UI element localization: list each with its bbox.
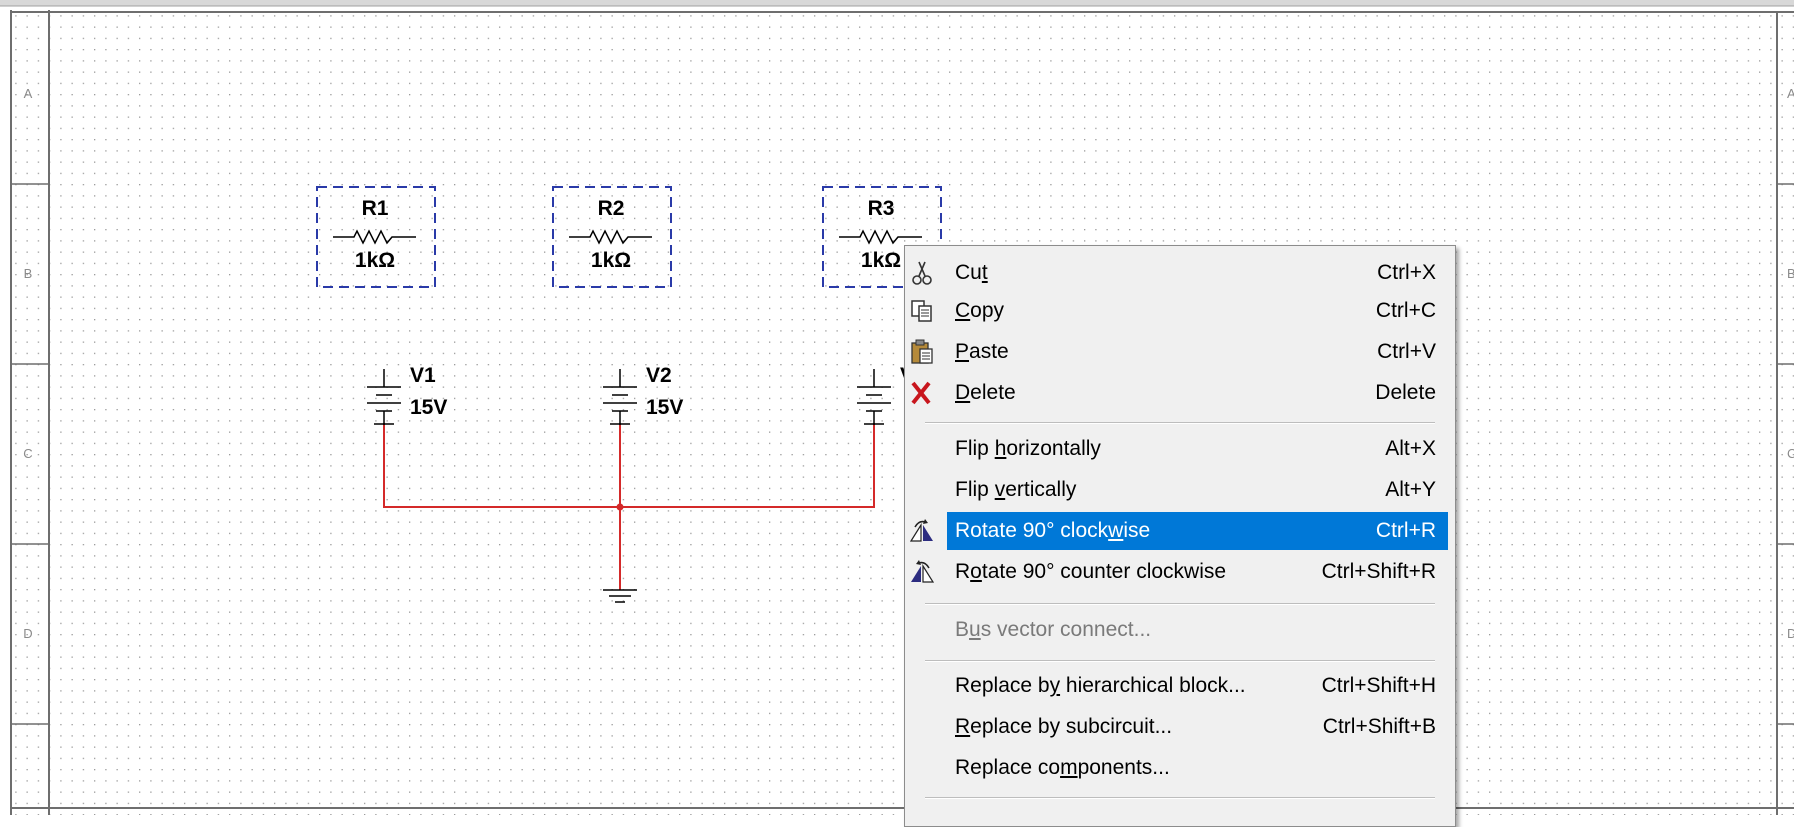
row-label-d-right: D — [1787, 626, 1794, 641]
menu-item-label: Paste — [955, 340, 1009, 363]
menu-item-replace-hierarchical-block[interactable]: Replace by hierarchical block... Ctrl+Sh… — [947, 667, 1448, 705]
menu-item-label: Replace by subcircuit... — [955, 715, 1173, 738]
menu-item-label: Rotate 90° clockwise — [955, 519, 1151, 542]
menu-item-label: Flip horizontally — [955, 437, 1101, 460]
paste-icon — [907, 338, 937, 366]
row-label-a: A — [24, 86, 33, 101]
menu-item-label: Rotate 90° counter clockwise — [955, 560, 1227, 583]
menu-separator — [925, 603, 1435, 605]
context-menu: Cut Ctrl+X Copy Ctrl+C Paste Ctrl+V Dele… — [904, 245, 1456, 827]
menu-separator — [925, 660, 1435, 662]
menu-item-copy[interactable]: Copy Ctrl+C — [911, 292, 1448, 330]
menu-item-shortcut: Ctrl+C — [1375, 299, 1436, 322]
menu-item-label: Bus vector connect... — [955, 618, 1152, 641]
menu-item-replace-components[interactable]: Replace components... — [947, 749, 1448, 787]
row-label-b: B — [24, 266, 33, 281]
resistor-ref: R1 — [362, 197, 389, 220]
menu-item-label: Replace by hierarchical block... — [955, 674, 1246, 697]
menu-item-replace-subcircuit[interactable]: Replace by subcircuit... Ctrl+Shift+B — [947, 708, 1448, 746]
menu-item-shortcut: Ctrl+Shift+B — [1322, 715, 1436, 738]
menu-item-label: Flip vertically — [955, 478, 1077, 501]
resistor-value: 1kΩ — [355, 249, 395, 272]
menu-item-shortcut: Alt+X — [1385, 437, 1436, 460]
menu-item-flip-vertically[interactable]: Flip vertically Alt+Y — [947, 471, 1448, 509]
resistor-value: 1kΩ — [861, 249, 901, 272]
scissors-icon — [907, 259, 937, 287]
delete-x-icon — [907, 379, 937, 407]
row-label-d: D — [23, 626, 32, 641]
resistor-ref: R2 — [598, 197, 625, 220]
menu-item-shortcut: Ctrl+V — [1377, 340, 1436, 363]
menu-item-rotate-clockwise[interactable]: Rotate 90° clockwise Ctrl+R — [909, 512, 1448, 550]
resistor-value: 1kΩ — [591, 249, 631, 272]
menu-item-paste[interactable]: Paste Ctrl+V — [911, 333, 1448, 371]
row-label-c: C — [23, 446, 32, 461]
menu-separator — [925, 797, 1435, 799]
rotate-counterclockwise-icon — [907, 558, 937, 586]
menu-item-bus-vector-connect[interactable]: Bus vector connect... — [947, 611, 1448, 649]
source-value: 15V — [410, 396, 447, 419]
row-label-a-right: A — [1787, 86, 1794, 101]
menu-item-delete[interactable]: Delete Delete — [911, 374, 1448, 412]
menu-item-cut[interactable]: Cut Ctrl+X — [912, 254, 1448, 292]
menu-separator — [925, 422, 1435, 424]
junction-dot — [616, 503, 624, 511]
schematic-canvas[interactable]: A B C D A B C D R1 1kΩ R2 1kΩ R3 1kΩ V1 … — [0, 0, 1794, 815]
menu-item-label: Copy — [955, 299, 1005, 322]
menu-item-shortcut: Delete — [1375, 381, 1436, 404]
source-ref: V1 — [410, 364, 436, 387]
menu-item-flip-horizontally[interactable]: Flip horizontally Alt+X — [947, 430, 1448, 468]
menu-item-shortcut: Ctrl+X — [1377, 261, 1436, 284]
menu-item-shortcut: Ctrl+R — [1375, 519, 1436, 542]
copy-icon — [907, 297, 937, 325]
menu-item-shortcut: Ctrl+Shift+R — [1321, 560, 1436, 583]
source-ref: V2 — [646, 364, 672, 387]
menu-item-shortcut: Alt+Y — [1385, 478, 1436, 501]
dot-grid — [10, 12, 1794, 815]
menu-item-shortcut: Ctrl+Shift+H — [1321, 674, 1436, 697]
resistor-ref: R3 — [868, 197, 895, 220]
rotate-clockwise-icon — [907, 517, 937, 545]
menu-item-label: Cut — [955, 261, 988, 284]
menu-item-label: Delete — [955, 381, 1016, 404]
source-value: 15V — [646, 396, 683, 419]
row-label-b-right: B — [1787, 266, 1794, 281]
menu-item-rotate-counterclockwise[interactable]: Rotate 90° counter clockwise Ctrl+Shift+… — [911, 553, 1448, 591]
menu-item-label: Replace components... — [955, 756, 1170, 779]
row-label-c-right: C — [1787, 446, 1794, 461]
